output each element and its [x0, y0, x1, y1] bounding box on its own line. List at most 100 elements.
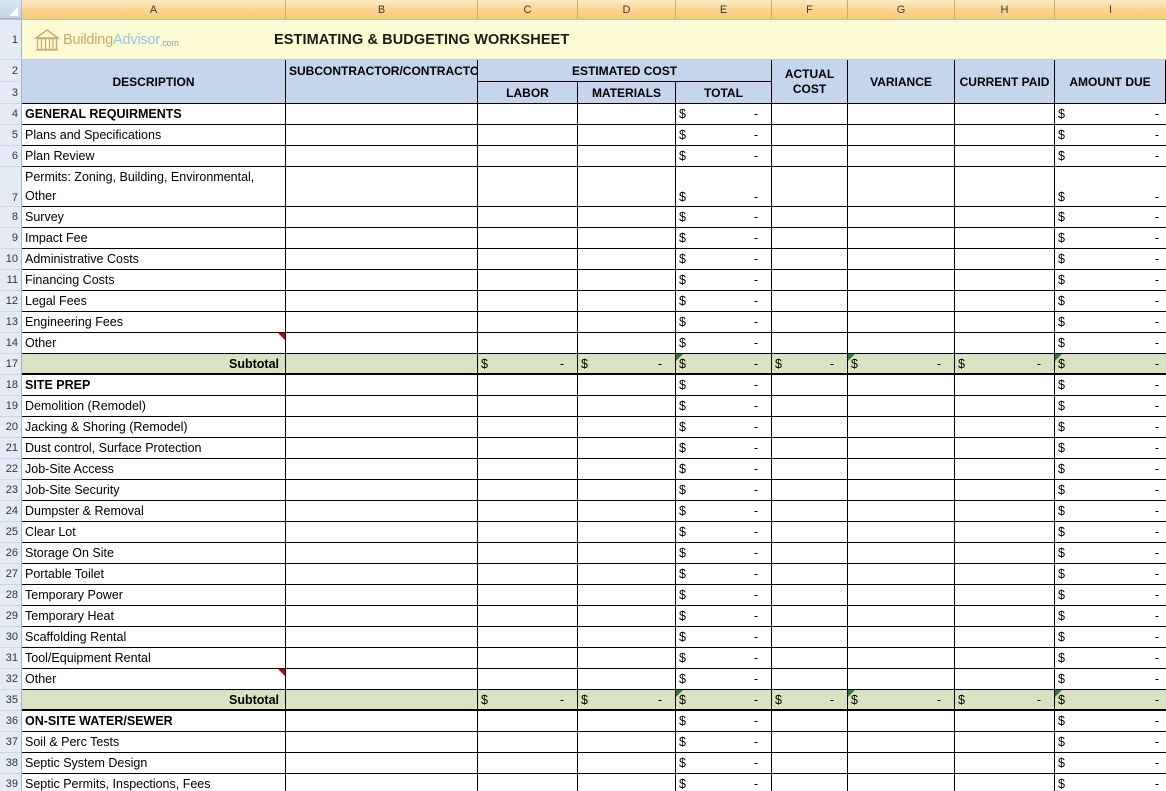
cell-amount-c[interactable]: $-	[478, 354, 578, 375]
column-header-a[interactable]: A	[22, 0, 286, 19]
cell-empty-f[interactable]	[772, 501, 848, 522]
cell-empty-b[interactable]	[286, 543, 478, 564]
cell-amount-e[interactable]: $-	[676, 228, 772, 249]
cell-amount-h[interactable]: $-	[955, 354, 1055, 375]
cell-amount-e[interactable]: $-	[676, 354, 772, 375]
row-header-12[interactable]: 12	[0, 291, 22, 312]
row-header-14[interactable]: 14	[0, 333, 22, 354]
cell-empty-f[interactable]	[772, 312, 848, 333]
cell-description[interactable]: Financing Costs	[22, 270, 286, 291]
cell-description[interactable]: Job-Site Security	[22, 480, 286, 501]
cell-empty-b[interactable]	[286, 690, 478, 711]
cell-amount-i[interactable]: $-	[1055, 606, 1166, 627]
cell-empty-g[interactable]	[848, 375, 955, 396]
column-header-f[interactable]: F	[772, 0, 848, 19]
column-header-i[interactable]: I	[1055, 0, 1166, 19]
cell-empty-d[interactable]	[578, 564, 676, 585]
row-header-18[interactable]: 18	[0, 375, 22, 396]
cell-empty-b[interactable]	[286, 753, 478, 774]
cell-empty-h[interactable]	[955, 543, 1055, 564]
cell-empty-d[interactable]	[578, 417, 676, 438]
cell-empty-c[interactable]	[478, 564, 578, 585]
cell-amount-e[interactable]: $-	[676, 438, 772, 459]
cell-empty-h[interactable]	[955, 774, 1055, 791]
cell-empty-g[interactable]	[848, 480, 955, 501]
cell-amount-e[interactable]: $-	[676, 270, 772, 291]
cell-empty-b[interactable]	[286, 417, 478, 438]
row-header-38[interactable]: 38	[0, 753, 22, 774]
cell-empty-h[interactable]	[955, 522, 1055, 543]
cell-empty-h[interactable]	[955, 564, 1055, 585]
cell-empty-f[interactable]	[772, 648, 848, 669]
cell-empty-f[interactable]	[772, 104, 848, 125]
cell-description[interactable]: Septic System Design	[22, 753, 286, 774]
cell-empty-d[interactable]	[578, 522, 676, 543]
cell-description[interactable]: Scaffolding Rental	[22, 627, 286, 648]
cell-description[interactable]: Demolition (Remodel)	[22, 396, 286, 417]
cell-empty-f[interactable]	[772, 396, 848, 417]
cell-empty-d[interactable]	[578, 125, 676, 146]
cell-empty-g[interactable]	[848, 333, 955, 354]
cell-empty-f[interactable]	[772, 291, 848, 312]
cell-description[interactable]: Other	[22, 333, 286, 354]
cell-amount-i[interactable]: $-	[1055, 753, 1166, 774]
row-header-13[interactable]: 13	[0, 312, 22, 333]
cell-empty-h[interactable]	[955, 125, 1055, 146]
cell-empty-c[interactable]	[478, 228, 578, 249]
row-header-39[interactable]: 39	[0, 774, 22, 791]
cell-empty-h[interactable]	[955, 501, 1055, 522]
cell-amount-i[interactable]: $-	[1055, 249, 1166, 270]
cell-amount-c[interactable]: $-	[478, 690, 578, 711]
cell-amount-e[interactable]: $-	[676, 690, 772, 711]
cell-empty-b[interactable]	[286, 438, 478, 459]
column-header-h[interactable]: H	[955, 0, 1055, 19]
cell-empty-d[interactable]	[578, 396, 676, 417]
cell-empty-b[interactable]	[286, 459, 478, 480]
row-header-1[interactable]: 1	[0, 20, 22, 60]
cell-empty-b[interactable]	[286, 146, 478, 167]
cell-empty-c[interactable]	[478, 774, 578, 791]
cell-amount-i[interactable]: $-	[1055, 396, 1166, 417]
cell-empty-h[interactable]	[955, 480, 1055, 501]
row-header-6[interactable]: 6	[0, 146, 22, 167]
cell-empty-h[interactable]	[955, 648, 1055, 669]
cell-description[interactable]: Impact Fee	[22, 228, 286, 249]
cell-empty-h[interactable]	[955, 606, 1055, 627]
cell-empty-f[interactable]	[772, 438, 848, 459]
cell-empty-h[interactable]	[955, 711, 1055, 732]
cell-description[interactable]: Permits: Zoning, Building, Environmental…	[22, 167, 286, 207]
cell-description[interactable]: Soil & Perc Tests	[22, 732, 286, 753]
row-header-9[interactable]: 9	[0, 228, 22, 249]
cell-empty-f[interactable]	[772, 146, 848, 167]
cell-amount-i[interactable]: $-	[1055, 648, 1166, 669]
cell-amount-i[interactable]: $-	[1055, 104, 1166, 125]
cell-empty-d[interactable]	[578, 333, 676, 354]
cell-empty-b[interactable]	[286, 480, 478, 501]
cell-empty-f[interactable]	[772, 606, 848, 627]
column-header-g[interactable]: G	[848, 0, 955, 19]
select-all-corner[interactable]	[0, 0, 22, 19]
cell-empty-c[interactable]	[478, 711, 578, 732]
cell-amount-i[interactable]: $-	[1055, 375, 1166, 396]
column-header-d[interactable]: D	[578, 0, 676, 19]
cell-amount-i[interactable]: $-	[1055, 228, 1166, 249]
cell-empty-h[interactable]	[955, 459, 1055, 480]
cell-empty-f[interactable]	[772, 753, 848, 774]
cell-amount-i[interactable]: $-	[1055, 354, 1166, 375]
cell-empty-g[interactable]	[848, 711, 955, 732]
cell-empty-g[interactable]	[848, 207, 955, 228]
cell-empty-c[interactable]	[478, 669, 578, 690]
cell-amount-e[interactable]: $-	[676, 249, 772, 270]
cell-empty-h[interactable]	[955, 585, 1055, 606]
column-header-b[interactable]: B	[286, 0, 478, 19]
cell-empty-c[interactable]	[478, 167, 578, 207]
cell-empty-d[interactable]	[578, 438, 676, 459]
cell-amount-i[interactable]: $-	[1055, 543, 1166, 564]
cell-empty-d[interactable]	[578, 270, 676, 291]
cell-empty-g[interactable]	[848, 669, 955, 690]
row-header-23[interactable]: 23	[0, 480, 22, 501]
cell-amount-h[interactable]: $-	[955, 690, 1055, 711]
row-header-25[interactable]: 25	[0, 522, 22, 543]
cell-amount-d[interactable]: $-	[578, 690, 676, 711]
cell-empty-d[interactable]	[578, 732, 676, 753]
